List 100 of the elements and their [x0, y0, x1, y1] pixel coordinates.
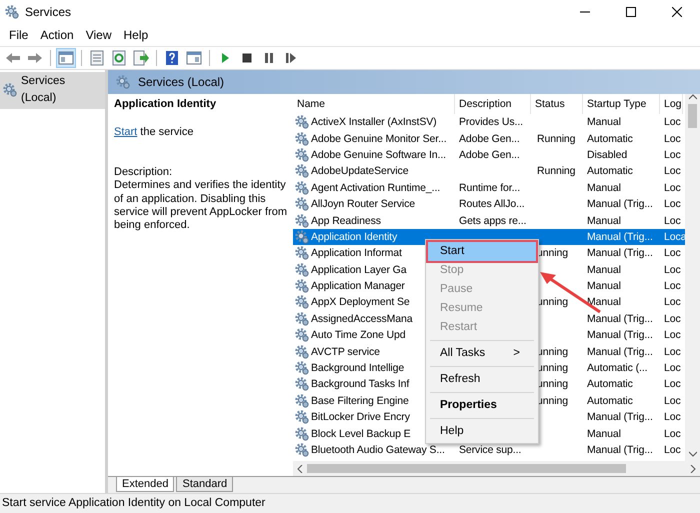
column-header[interactable]: Status	[531, 94, 583, 114]
table-cell: Loc	[664, 312, 681, 325]
table-cell: Manual	[587, 214, 621, 227]
table-cell: Loc	[664, 116, 681, 128]
app-icon	[5, 5, 19, 19]
view-tab[interactable]: Extended	[116, 477, 174, 492]
table-cell: Adobe Gen...	[459, 148, 520, 161]
table-cell-text: AssignedAccessMana	[311, 312, 413, 327]
table-cell: Loc	[664, 247, 681, 260]
table-cell: Running	[537, 132, 576, 145]
panel-header: Services (Local)	[108, 70, 700, 94]
menu-item[interactable]: Action	[34, 26, 80, 44]
table-cell-text: ActiveX Installer (AxInstSV)	[311, 115, 437, 130]
table-cell: Loc	[664, 362, 681, 374]
properties-icon[interactable]	[89, 50, 105, 66]
table-cell: Loc	[664, 394, 681, 407]
column-header[interactable]: Name	[293, 94, 455, 114]
action-pane-icon[interactable]	[186, 50, 202, 66]
table-cell: Manual (Trig...	[587, 312, 653, 325]
vertical-scrollbar[interactable]	[685, 94, 700, 461]
table-cell: Loc	[664, 214, 681, 227]
table-cell-text: Base Filtering Engine	[311, 394, 409, 409]
back-icon[interactable]	[5, 50, 21, 66]
table-cell-text: Adobe Genuine Software In...	[311, 148, 446, 163]
table-cell: Provides Us...	[459, 116, 523, 128]
submenu-arrow-icon: >	[513, 344, 530, 362]
service-icon	[295, 214, 309, 228]
close-icon	[672, 7, 682, 17]
menu-item[interactable]: Start	[428, 242, 536, 261]
table-cell: Routes AllJo...	[459, 198, 525, 210]
column-header[interactable]: Startup Type	[583, 94, 660, 114]
service-icon	[295, 410, 309, 424]
table-cell: Loc	[664, 444, 681, 456]
table-cell: Automatic (...	[587, 362, 648, 374]
table-cell: Manual (Trig...	[587, 444, 653, 456]
scrollbar-thumb[interactable]	[307, 464, 626, 473]
table-cell-text: Application Informat	[311, 246, 402, 262]
menu-item[interactable]: Help	[118, 26, 154, 44]
tree-item[interactable]: Services (Local)	[0, 72, 105, 108]
table-cell: Manual (Trig...	[587, 329, 653, 342]
table-cell: Loc	[664, 428, 681, 440]
table-cell: Loc	[664, 280, 681, 292]
table-cell-text: Application Layer Ga	[311, 262, 406, 278]
table-cell: Service sup...	[459, 444, 522, 456]
service-icon	[295, 164, 309, 178]
table-cell-text: Application Identity	[311, 230, 398, 245]
table-cell-text: Bluetooth Audio Gateway S...	[311, 443, 445, 458]
help-icon[interactable]	[164, 50, 180, 66]
table-cell: Manual (Trig...	[587, 247, 653, 260]
table-cell-text: BitLocker Drive Encry	[311, 410, 410, 426]
menu-item[interactable]: Properties	[428, 396, 536, 415]
menu-item[interactable]: File	[3, 26, 34, 44]
scroll-right-icon	[690, 464, 696, 472]
table-cell: Loc	[664, 198, 681, 210]
table-cell: Automatic	[587, 165, 633, 178]
start-link[interactable]: Start	[114, 126, 138, 138]
column-header[interactable]: Description	[455, 94, 531, 114]
service-icon	[295, 180, 309, 195]
table-cell-text: AllJoyn Router Service	[311, 197, 416, 212]
service-icon	[295, 262, 309, 277]
refresh-icon[interactable]	[111, 50, 127, 66]
menu-item[interactable]: All Tasks >	[428, 344, 536, 363]
maximize-icon	[626, 7, 636, 17]
table-cell: Disabled	[587, 148, 628, 161]
horizontal-scrollbar[interactable]	[293, 461, 700, 476]
table-cell-text: AdobeUpdateService	[311, 164, 408, 180]
forward-icon[interactable]	[27, 50, 43, 66]
table-cell: Loc	[664, 296, 681, 308]
table-cell: Loc	[664, 329, 681, 342]
service-icon	[295, 197, 309, 212]
table-cell-text: Background Intellige	[311, 361, 404, 376]
service-icon	[295, 344, 309, 359]
menu-item[interactable]: Help	[428, 422, 536, 441]
service-icon	[295, 361, 309, 376]
table-cell-text: Auto Time Zone Upd	[311, 328, 406, 344]
service-title: Application Identity	[114, 98, 218, 112]
scroll-up-icon	[688, 94, 696, 100]
scroll-down-icon	[688, 451, 696, 457]
service-icon	[295, 279, 309, 294]
service-icon	[295, 377, 309, 392]
menu-item[interactable]: Refresh	[428, 370, 536, 389]
menu-item[interactable]: View	[80, 26, 118, 44]
table-cell-text: AppX Deployment Se	[311, 295, 410, 310]
service-icon	[295, 443, 309, 457]
service-icon	[295, 246, 309, 260]
table-cell: Automatic	[587, 378, 633, 390]
table-cell-text: Block Level Backup E	[311, 426, 411, 442]
table-cell: Loc	[664, 346, 681, 358]
console-tree-icon[interactable]	[58, 50, 74, 66]
view-tab[interactable]: Standard	[176, 477, 234, 492]
table-cell-text: App Readiness	[311, 214, 381, 229]
table-cell: Automatic	[587, 132, 633, 145]
link-suffix-text: the service	[139, 126, 194, 138]
table-cell-text: Adobe Genuine Monitor Ser...	[311, 132, 447, 147]
column-header[interactable]: Log	[660, 94, 683, 114]
service-icon	[295, 426, 309, 441]
table-cell: Running	[537, 165, 576, 178]
export-icon[interactable]	[133, 50, 149, 66]
scrollbar-thumb[interactable]	[688, 104, 697, 128]
table-cell-text: Agent Activation Runtime_...	[311, 180, 440, 196]
